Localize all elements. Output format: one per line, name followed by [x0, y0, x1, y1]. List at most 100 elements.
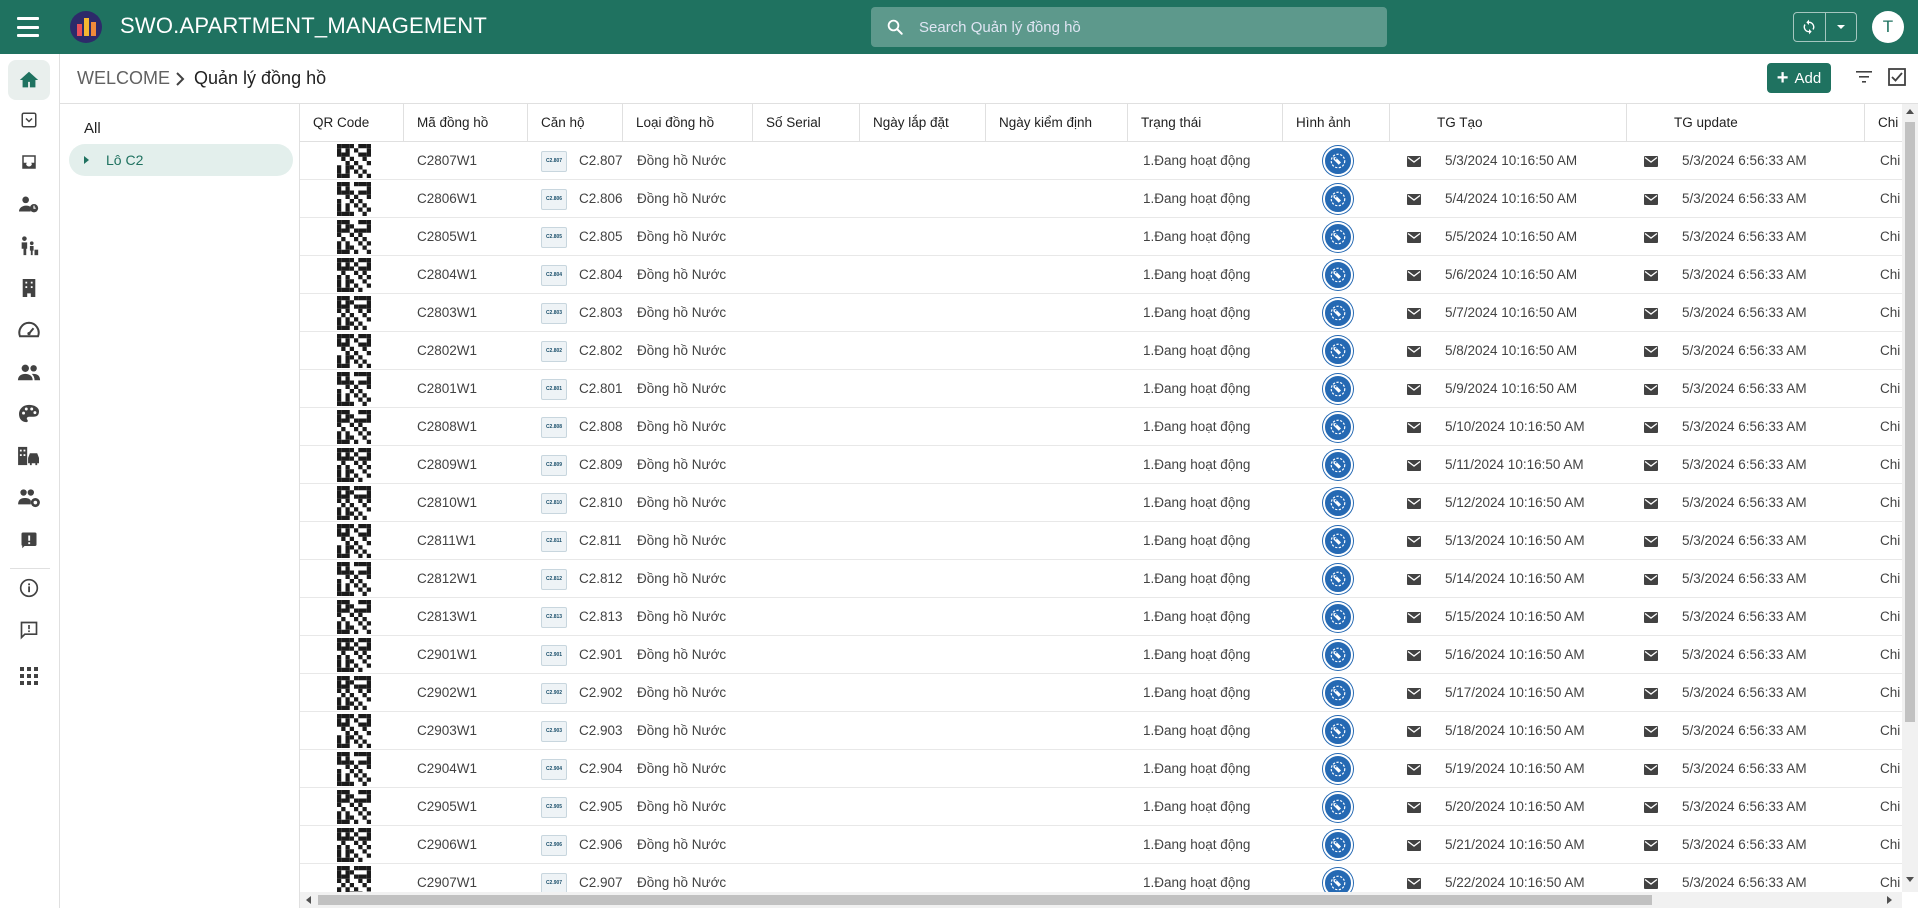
unit-thumbnail[interactable]: C2.811	[541, 531, 567, 552]
qr-code-image[interactable]	[337, 676, 371, 710]
unit-thumbnail[interactable]: C2.806	[541, 189, 567, 210]
horizontal-scroll-thumb[interactable]	[318, 895, 1652, 905]
mail-icon[interactable]	[1644, 802, 1658, 813]
mail-icon[interactable]	[1644, 878, 1658, 889]
filter-icon[interactable]	[1856, 70, 1872, 84]
table-row[interactable]: C2903W1 C2.903 C2.903 Đồng hồ Nước 1.Đan…	[300, 712, 1902, 750]
qr-code-image[interactable]	[337, 220, 371, 254]
rail-family[interactable]	[8, 226, 50, 266]
mail-icon[interactable]	[1644, 650, 1658, 661]
unit-thumbnail[interactable]: C2.901	[541, 645, 567, 666]
column-header-meter-code[interactable]: Mã đồng hồ	[404, 104, 528, 142]
mail-icon[interactable]	[1644, 460, 1658, 471]
vertical-scrollbar[interactable]	[1902, 104, 1918, 892]
mail-icon[interactable]	[1407, 308, 1421, 319]
qr-code-image[interactable]	[337, 410, 371, 444]
rail-alerts[interactable]	[8, 520, 50, 560]
unit-thumbnail[interactable]: C2.801	[541, 379, 567, 400]
table-row[interactable]: C2809W1 C2.809 C2.809 Đồng hồ Nước 1.Đan…	[300, 446, 1902, 484]
rail-feedback[interactable]	[8, 610, 50, 650]
table-row[interactable]: C2901W1 C2.901 C2.901 Đồng hồ Nước 1.Đan…	[300, 636, 1902, 674]
mail-icon[interactable]	[1407, 612, 1421, 623]
table-row[interactable]: C2802W1 C2.802 C2.802 Đồng hồ Nước 1.Đan…	[300, 332, 1902, 370]
mail-icon[interactable]	[1407, 460, 1421, 471]
mail-icon[interactable]	[1644, 840, 1658, 851]
mail-icon[interactable]	[1644, 612, 1658, 623]
mail-icon[interactable]	[1407, 194, 1421, 205]
qr-code-image[interactable]	[337, 182, 371, 216]
table-row[interactable]: C2806W1 C2.806 C2.806 Đồng hồ Nước 1.Đan…	[300, 180, 1902, 218]
tree-all-item[interactable]: All	[84, 120, 101, 137]
mail-icon[interactable]	[1407, 878, 1421, 889]
column-header-unit[interactable]: Căn hộ	[528, 104, 623, 142]
unit-thumbnail[interactable]: C2.905	[541, 797, 567, 818]
user-avatar[interactable]: T	[1872, 11, 1904, 43]
mail-icon[interactable]	[1644, 156, 1658, 167]
qr-code-image[interactable]	[337, 486, 371, 520]
mail-icon[interactable]	[1644, 270, 1658, 281]
rail-staff-settings[interactable]	[8, 478, 50, 518]
qr-code-image[interactable]	[337, 828, 371, 862]
meter-image-button[interactable]	[1323, 640, 1353, 670]
rail-apps[interactable]	[8, 656, 50, 696]
meter-image-button[interactable]	[1323, 336, 1353, 366]
table-row[interactable]: C2907W1 C2.907 C2.907 Đồng hồ Nước 1.Đan…	[300, 864, 1902, 892]
mail-icon[interactable]	[1644, 422, 1658, 433]
mail-icon[interactable]	[1644, 764, 1658, 775]
column-header-serial[interactable]: Số Serial	[753, 104, 860, 142]
meter-image-button[interactable]	[1323, 678, 1353, 708]
meter-image-button[interactable]	[1323, 412, 1353, 442]
unit-thumbnail[interactable]: C2.903	[541, 721, 567, 742]
mail-icon[interactable]	[1407, 802, 1421, 813]
mail-icon[interactable]	[1407, 498, 1421, 509]
mail-icon[interactable]	[1407, 422, 1421, 433]
table-row[interactable]: C2804W1 C2.804 C2.804 Đồng hồ Nước 1.Đan…	[300, 256, 1902, 294]
unit-thumbnail[interactable]: C2.810	[541, 493, 567, 514]
meter-image-button[interactable]	[1323, 792, 1353, 822]
rail-residents[interactable]	[8, 352, 50, 392]
unit-thumbnail[interactable]: C2.813	[541, 607, 567, 628]
unit-thumbnail[interactable]: C2.807	[541, 151, 567, 172]
mail-icon[interactable]	[1644, 194, 1658, 205]
app-title[interactable]: SWO.APARTMENT_MANAGEMENT	[120, 13, 487, 39]
table-row[interactable]: C2904W1 C2.904 C2.904 Đồng hồ Nước 1.Đan…	[300, 750, 1902, 788]
table-row[interactable]: C2805W1 C2.805 C2.805 Đồng hồ Nước 1.Đan…	[300, 218, 1902, 256]
table-row[interactable]: C2902W1 C2.902 C2.902 Đồng hồ Nước 1.Đan…	[300, 674, 1902, 712]
meter-image-button[interactable]	[1323, 868, 1353, 892]
unit-thumbnail[interactable]: C2.803	[541, 303, 567, 324]
menu-icon[interactable]	[17, 17, 39, 37]
unit-thumbnail[interactable]: C2.906	[541, 835, 567, 856]
meter-image-button[interactable]	[1323, 146, 1353, 176]
mail-icon[interactable]	[1407, 232, 1421, 243]
mail-icon[interactable]	[1407, 270, 1421, 281]
search-box[interactable]	[871, 7, 1387, 47]
mail-icon[interactable]	[1407, 650, 1421, 661]
rail-resident-schedule[interactable]	[8, 184, 50, 224]
unit-thumbnail[interactable]: C2.812	[541, 569, 567, 590]
mail-icon[interactable]	[1644, 688, 1658, 699]
mail-icon[interactable]	[1644, 232, 1658, 243]
qr-code-image[interactable]	[337, 562, 371, 596]
column-header-updated-time[interactable]: TG update	[1661, 104, 1865, 142]
unit-thumbnail[interactable]: C2.802	[541, 341, 567, 362]
unit-thumbnail[interactable]: C2.902	[541, 683, 567, 704]
qr-code-image[interactable]	[337, 638, 371, 672]
meter-image-button[interactable]	[1323, 260, 1353, 290]
qr-code-image[interactable]	[337, 866, 371, 892]
table-row[interactable]: C2808W1 C2.808 C2.808 Đồng hồ Nước 1.Đan…	[300, 408, 1902, 446]
mail-icon[interactable]	[1407, 840, 1421, 851]
mail-icon[interactable]	[1644, 574, 1658, 585]
meter-image-button[interactable]	[1323, 526, 1353, 556]
table-row[interactable]: C2801W1 C2.801 C2.801 Đồng hồ Nước 1.Đan…	[300, 370, 1902, 408]
app-logo[interactable]	[70, 11, 102, 43]
select-all-checkbox-icon[interactable]	[1888, 68, 1906, 86]
table-row[interactable]: C2803W1 C2.803 C2.803 Đồng hồ Nước 1.Đan…	[300, 294, 1902, 332]
sync-dropdown-button[interactable]	[1826, 13, 1857, 41]
scroll-up-icon[interactable]	[1906, 109, 1914, 114]
meter-image-button[interactable]	[1323, 298, 1353, 328]
scroll-right-icon[interactable]	[1887, 896, 1892, 904]
rail-buildings[interactable]	[8, 268, 50, 308]
mail-icon[interactable]	[1644, 726, 1658, 737]
qr-code-image[interactable]	[337, 258, 371, 292]
mail-icon[interactable]	[1407, 536, 1421, 547]
